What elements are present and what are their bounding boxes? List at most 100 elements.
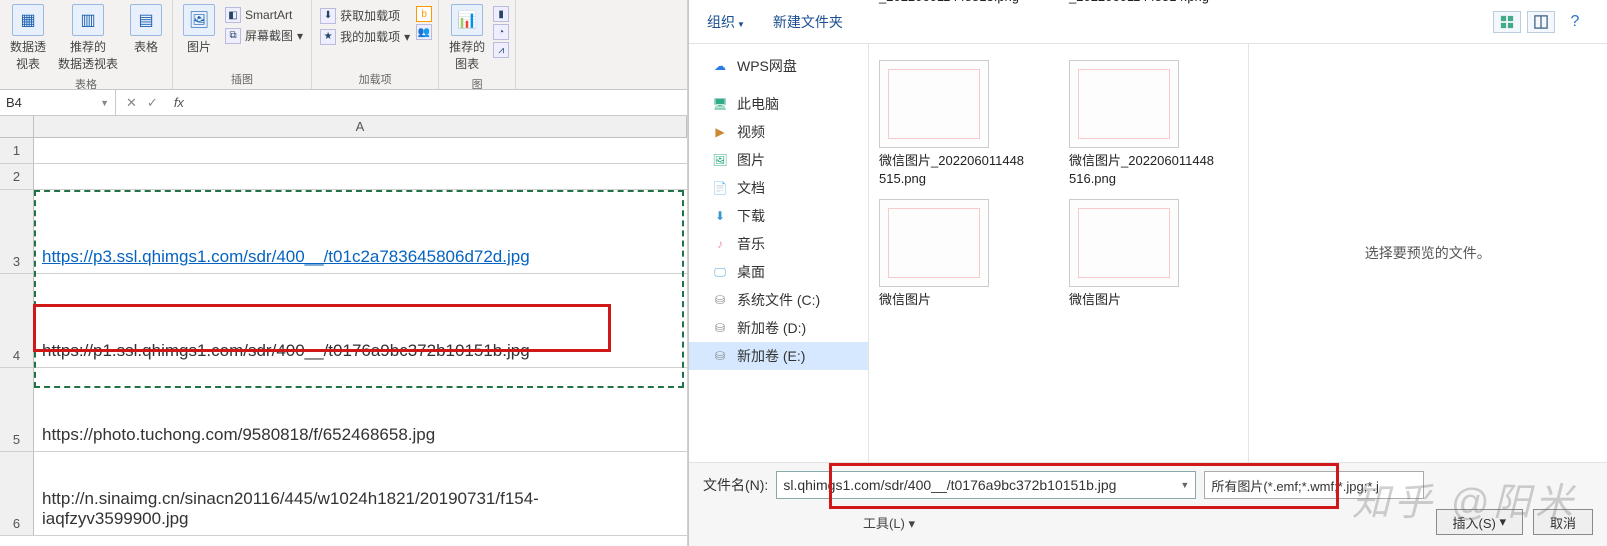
view-preview-button[interactable] bbox=[1527, 11, 1555, 33]
file-name: _202206011448513.png bbox=[879, 0, 1029, 6]
enter-formula-icon[interactable]: ✓ bbox=[147, 95, 158, 111]
group-name-tables: 表格 bbox=[75, 74, 97, 90]
insert-button[interactable]: 插入(S) ▾ bbox=[1436, 509, 1523, 535]
cell-a6-text: http://n.sinaimg.cn/sinacn20116/445/w102… bbox=[42, 489, 679, 529]
excel-window: ▦数据透 视表 ▥推荐的 数据透视表 ▤表格 表格 🖼图片 ◧SmartArt … bbox=[0, 0, 688, 546]
row-header-2[interactable]: 2 bbox=[0, 164, 34, 189]
nav-wps-label: WPS网盘 bbox=[737, 56, 797, 76]
get-addins-button[interactable]: ⬇获取加载项 bbox=[318, 6, 412, 25]
nav-d-drive[interactable]: ⛁新加卷 (D:) bbox=[689, 314, 868, 342]
table-button[interactable]: ▤表格 bbox=[126, 2, 166, 57]
file-thumbnail bbox=[879, 60, 989, 148]
nav-desktop[interactable]: 🖵桌面 bbox=[689, 258, 868, 286]
smartart-label: SmartArt bbox=[245, 8, 292, 22]
cloud-icon: ☁ bbox=[711, 58, 729, 74]
formula-bar: B4▼ ✕ ✓ fx bbox=[0, 90, 687, 116]
cancel-formula-icon[interactable]: ✕ bbox=[126, 95, 137, 111]
nav-pane: ☁ WPS网盘 🖥此电脑 ▶视频 🖼 图片 📄 文档 ⬇ 下载 ♪音乐 🖵桌面 ⛁系统文… bbox=[689, 44, 869, 462]
file-name: 微信图片 bbox=[879, 291, 1029, 309]
row-header-3[interactable]: 3 bbox=[0, 190, 34, 273]
chevron-down-icon[interactable]: ▼ bbox=[1180, 480, 1189, 490]
pie-chart-icon[interactable]: ◔ bbox=[493, 24, 509, 40]
line-chart-icon[interactable]: ⩘ bbox=[493, 42, 509, 58]
file-item[interactable]: _202206011448514.png bbox=[1069, 0, 1219, 48]
cell-a1[interactable] bbox=[34, 138, 687, 163]
nav-this-pc[interactable]: 🖥此电脑 bbox=[689, 90, 868, 118]
cancel-button[interactable]: 取消 bbox=[1533, 509, 1593, 535]
pictures-icon: 🖼 bbox=[711, 152, 729, 168]
help-button[interactable]: ? bbox=[1561, 11, 1589, 33]
my-addins-button[interactable]: ★我的加载项 ▾ bbox=[318, 27, 412, 46]
file-type-filter[interactable]: 所有图片(*.emf;*.wmf;*.jpg;*.j bbox=[1204, 471, 1424, 499]
nav-pictures[interactable]: 🖼 图片 bbox=[689, 146, 868, 174]
worksheet: A 1 2 3 https://p3.ssl.qhimgs1.com/sdr/40… bbox=[0, 116, 687, 536]
drive-icon: ⛁ bbox=[711, 292, 729, 308]
nav-c-drive[interactable]: ⛁系统文件 (C:) bbox=[689, 286, 868, 314]
pivot-table-button[interactable]: ▦数据透 视表 bbox=[6, 2, 50, 74]
nav-e-drive[interactable]: ⛁新加卷 (E:) bbox=[689, 342, 868, 370]
tools-dropdown[interactable]: 工具(L) ▾ bbox=[863, 513, 915, 532]
name-box[interactable]: B4▼ bbox=[0, 90, 116, 115]
nav-downloads[interactable]: ⬇ 下载 bbox=[689, 202, 868, 230]
nav-documents[interactable]: 📄 文档 bbox=[689, 174, 868, 202]
organize-button[interactable]: 组织▼ bbox=[707, 12, 745, 32]
nav-docs-label: 文档 bbox=[737, 178, 765, 198]
documents-icon: 📄 bbox=[711, 180, 729, 196]
view-thumbnails-button[interactable] bbox=[1493, 11, 1521, 33]
nav-wps[interactable]: ☁ WPS网盘 bbox=[689, 52, 868, 80]
column-header-a[interactable]: A bbox=[34, 116, 687, 137]
picture-button[interactable]: 🖼图片 bbox=[179, 2, 219, 57]
people-icon[interactable]: 👥 bbox=[416, 24, 432, 40]
organize-label: 组织 bbox=[707, 14, 735, 30]
cell-a3[interactable]: https://p3.ssl.qhimgs1.com/sdr/400__/t01… bbox=[34, 190, 687, 273]
tools-label: 工具(L) bbox=[863, 516, 905, 531]
preview-placeholder-text: 选择要预览的文件。 bbox=[1365, 243, 1491, 263]
recommended-charts-button[interactable]: 📊推荐的 图表 bbox=[445, 2, 489, 74]
nav-pictures-label: 图片 bbox=[737, 150, 765, 170]
fx-label[interactable]: fx bbox=[168, 95, 190, 110]
file-list[interactable]: _202206011448513.png _202206011448514.pn… bbox=[869, 44, 1248, 462]
cell-a6[interactable]: http://n.sinaimg.cn/sinacn20116/445/w102… bbox=[34, 452, 687, 535]
ribbon-group-addins: ⬇获取加载项 ★我的加载项 ▾ b 👥 加载项 bbox=[312, 0, 439, 89]
filename-input[interactable]: sl.qhimgs1.com/sdr/400__/t0176a9bc372b10… bbox=[776, 471, 1196, 499]
table-label: 表格 bbox=[134, 38, 158, 55]
select-all-corner[interactable] bbox=[0, 116, 34, 137]
bar-chart-icon[interactable]: ▮ bbox=[493, 6, 509, 22]
file-item[interactable]: 微信图片_202206011448516.png bbox=[1069, 60, 1219, 187]
ribbon-group-charts: 📊推荐的 图表 ▮ ◔ ⩘ 图 bbox=[439, 0, 516, 89]
cell-a2[interactable] bbox=[34, 164, 687, 189]
row-header-5[interactable]: 5 bbox=[0, 368, 34, 451]
new-folder-button[interactable]: 新建文件夹 bbox=[773, 12, 843, 32]
screenshot-button[interactable]: ⧉屏幕截图 ▾ bbox=[223, 26, 305, 45]
nav-music[interactable]: ♪音乐 bbox=[689, 230, 868, 258]
row-header-6[interactable]: 6 bbox=[0, 452, 34, 535]
row-header-1[interactable]: 1 bbox=[0, 138, 34, 163]
my-addins-label: 我的加载项 bbox=[340, 28, 400, 45]
pivot-icon: ▦ bbox=[12, 4, 44, 36]
file-item[interactable]: 微信图片_202206011448515.png bbox=[879, 60, 1029, 187]
ribbon-group-illus: 🖼图片 ◧SmartArt ⧉屏幕截图 ▾ 插图 bbox=[173, 0, 312, 89]
smartart-button[interactable]: ◧SmartArt bbox=[223, 6, 305, 24]
cell-a4[interactable]: https://p1.ssl.qhimgs1.com/sdr/400__/t01… bbox=[34, 274, 687, 367]
file-name: 微信图片_202206011448515.png bbox=[879, 152, 1029, 187]
video-icon: ▶ bbox=[711, 124, 729, 140]
dialog-footer: 文件名(N): sl.qhimgs1.com/sdr/400__/t0176a9… bbox=[689, 462, 1607, 546]
row-header-4[interactable]: 4 bbox=[0, 274, 34, 367]
nav-videos[interactable]: ▶视频 bbox=[689, 118, 868, 146]
picture-label: 图片 bbox=[187, 38, 211, 55]
rec-chart-label: 推荐的 图表 bbox=[449, 38, 485, 72]
nav-downloads-label: 下载 bbox=[737, 206, 765, 226]
desktop-icon: 🖵 bbox=[711, 264, 729, 280]
file-item[interactable]: 微信图片 bbox=[879, 199, 1029, 309]
recommended-pivot-button[interactable]: ▥推荐的 数据透视表 bbox=[54, 2, 122, 74]
file-item[interactable]: 微信图片 bbox=[1069, 199, 1219, 309]
cell-a5[interactable]: https://photo.tuchong.com/9580818/f/6524… bbox=[34, 368, 687, 451]
cell-a5-text: https://photo.tuchong.com/9580818/f/6524… bbox=[42, 425, 435, 445]
rec-pivot-icon: ▥ bbox=[72, 4, 104, 36]
ribbon-group-tables: ▦数据透 视表 ▥推荐的 数据透视表 ▤表格 表格 bbox=[0, 0, 173, 89]
downloads-icon: ⬇ bbox=[711, 208, 729, 224]
bing-icon[interactable]: b bbox=[416, 6, 432, 22]
screenshot-icon: ⧉ bbox=[225, 28, 241, 44]
cell-a3-link[interactable]: https://p3.ssl.qhimgs1.com/sdr/400__/t01… bbox=[42, 247, 530, 267]
file-item[interactable]: _202206011448513.png bbox=[879, 0, 1029, 48]
